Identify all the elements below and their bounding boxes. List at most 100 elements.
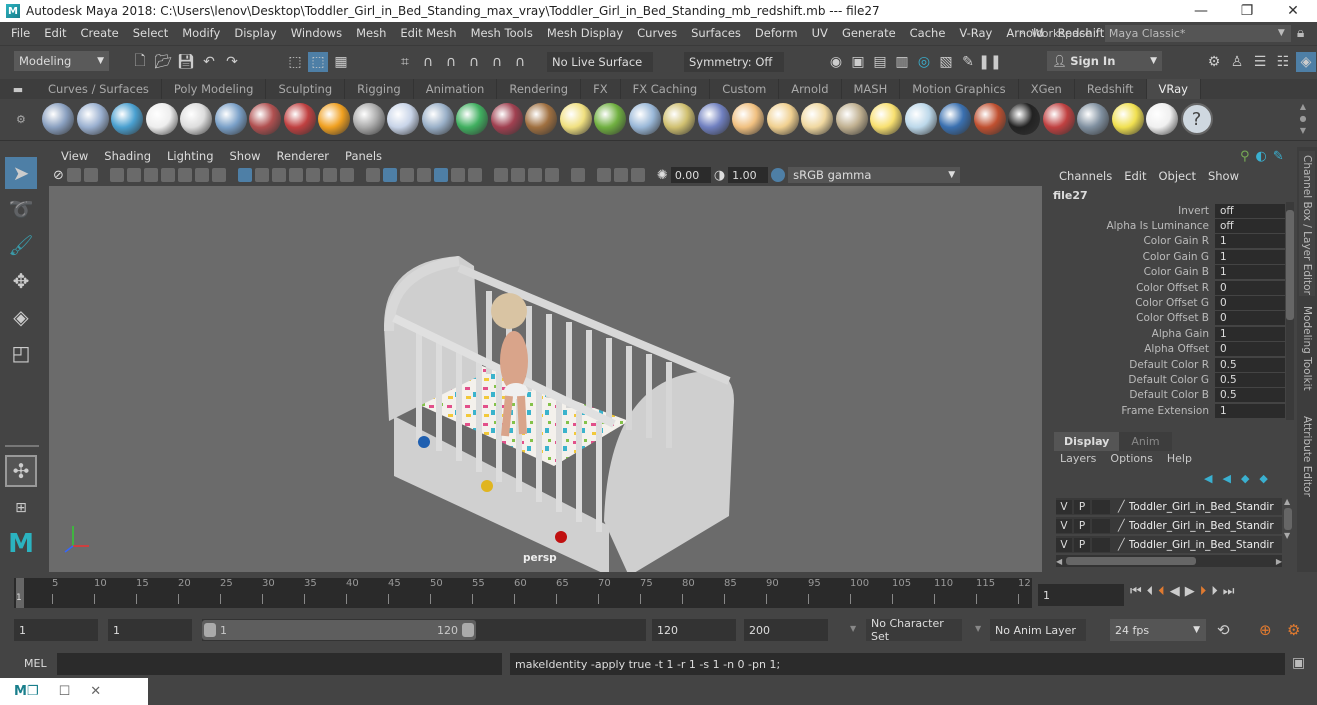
range-bar[interactable]: 1 120 — [202, 620, 476, 640]
menu-curves[interactable]: Curves — [630, 26, 684, 40]
layer-name[interactable]: Toddler_Girl_in_Bed_Standir — [1129, 520, 1274, 532]
maximize-icon[interactable]: ☐ — [59, 684, 71, 699]
render-view-icon[interactable]: ◉ — [826, 52, 846, 72]
layout-quad-icon[interactable]: ⊞ — [5, 492, 37, 524]
tab-animation[interactable]: Animation — [413, 79, 498, 99]
attribute-row[interactable]: Default Color R 0.5 — [1053, 357, 1288, 372]
expand-icon[interactable]: » — [1020, 28, 1026, 38]
menu-deform[interactable]: Deform — [748, 26, 805, 40]
menu-create[interactable]: Create — [74, 26, 126, 40]
redo-icon[interactable]: ↷ — [222, 52, 242, 72]
image-plane-icon[interactable] — [126, 168, 141, 182]
snap-view-plane-icon[interactable]: ∩ — [464, 52, 484, 72]
gate-mask-icon[interactable] — [288, 168, 303, 182]
camera-attributes-icon[interactable] — [83, 168, 98, 182]
go-to-end-icon[interactable]: ⏭ — [1223, 584, 1235, 599]
shelf-scroll[interactable]: ▲ ● ▼ — [1296, 101, 1310, 137]
color-space-dropdown[interactable]: sRGB gamma ▼ — [788, 167, 961, 183]
playback-end-field[interactable]: 120 — [652, 619, 736, 641]
fps-dropdown[interactable]: 24 fps ▼ — [1110, 619, 1206, 641]
attribute-row[interactable]: Alpha Offset 0 — [1053, 342, 1288, 357]
vray-ball-icon[interactable] — [939, 103, 971, 135]
resolution-gate-icon[interactable] — [271, 168, 286, 182]
vray-ies-icon[interactable] — [801, 103, 833, 135]
menu-select[interactable]: Select — [126, 26, 175, 40]
tab-redshift[interactable]: Redshift — [1074, 79, 1147, 99]
menu-channels[interactable]: Channels — [1053, 169, 1118, 183]
default-material-icon[interactable] — [399, 168, 414, 182]
maya-restore-icon[interactable]: M❐ — [14, 684, 39, 699]
loop-icon[interactable]: ⟲ — [1217, 621, 1230, 639]
lock-icon[interactable]: 🔒︎ — [1297, 25, 1304, 41]
attribute-value[interactable]: 1 — [1215, 234, 1285, 249]
current-frame-field[interactable]: 1 — [1038, 584, 1124, 606]
channel-box-dock-icon[interactable]: ⚲ — [1240, 149, 1250, 164]
workspace-dropdown[interactable]: Maya Classic* ▼ — [1104, 24, 1291, 42]
textured-icon[interactable] — [433, 168, 448, 182]
film-gate-icon[interactable] — [254, 168, 269, 182]
vray-logo-icon[interactable] — [145, 103, 178, 135]
channel-box-edit-icon[interactable]: ✎ — [1273, 149, 1284, 164]
menuset-dropdown[interactable]: Modeling ▼ — [14, 51, 109, 71]
vray-plane-icon[interactable] — [387, 103, 419, 135]
render-frame-icon[interactable]: ▣ — [848, 52, 868, 72]
tab-mash[interactable]: MASH — [841, 79, 901, 99]
go-to-start-icon[interactable]: ⏮ — [1130, 584, 1142, 599]
vray-blend-icon[interactable] — [283, 103, 316, 135]
vray-rect-light-icon[interactable] — [904, 103, 937, 135]
attribute-value[interactable]: off — [1215, 218, 1285, 233]
isolate-icon[interactable] — [211, 168, 226, 182]
snap-live-icon[interactable]: ∩ — [487, 52, 507, 72]
move-layer-up-icon[interactable]: ◀ — [1204, 472, 1212, 485]
restore-button[interactable]: ❐ — [1224, 0, 1270, 22]
select-object-icon[interactable]: ⬚ — [308, 52, 328, 72]
menu-generate[interactable]: Generate — [835, 26, 903, 40]
attribute-value[interactable]: 0.5 — [1215, 372, 1285, 387]
shelf-menu-icon[interactable]: ▬ — [0, 79, 36, 99]
layer-row[interactable]: V P ╱ Toddler_Girl_in_Bed_Standir — [1056, 498, 1282, 515]
menu-vray[interactable]: V-Ray — [952, 26, 999, 40]
isolate-select-icon[interactable] — [570, 168, 585, 182]
new-layer-selected-icon[interactable]: ◆ — [1259, 472, 1267, 485]
menu-panels[interactable]: Panels — [337, 149, 390, 163]
snapshot-icon[interactable]: ✎ — [958, 52, 978, 72]
snap-point-icon[interactable]: ∩ — [441, 52, 461, 72]
anim-layer-arrow-icon[interactable]: ▼ — [975, 624, 981, 633]
save-scene-icon[interactable]: 💾︎ — [176, 52, 196, 72]
help-icon[interactable]: ? — [1180, 103, 1213, 135]
vray-dome-icon[interactable] — [732, 103, 764, 135]
layer-playback-toggle[interactable]: P — [1074, 518, 1090, 533]
vray-material-icon[interactable] — [214, 103, 247, 135]
menu-layers[interactable]: Layers — [1060, 452, 1096, 465]
menu-lighting[interactable]: Lighting — [159, 149, 221, 163]
menu-uv[interactable]: UV — [805, 26, 835, 40]
vray-batch-icon[interactable] — [76, 103, 109, 135]
character-set-field[interactable]: No Character Set — [866, 617, 962, 643]
tab-sculpting[interactable]: Sculpting — [266, 79, 346, 99]
vray-vfb-icon[interactable] — [1042, 103, 1075, 135]
vray-grass-icon[interactable] — [594, 103, 626, 135]
attribute-row[interactable]: Color Gain R 1 — [1053, 234, 1288, 249]
vray-cone-icon[interactable] — [421, 103, 454, 135]
tab-attribute-editor[interactable]: Attribute Editor — [1299, 412, 1315, 502]
time-slider-bar[interactable]: 1 5 10 15 20 25 30 35 40 45 50 55 60 65 70 75 80 85 90 95 1… — [14, 578, 1032, 608]
vray-save-icon[interactable] — [42, 103, 74, 135]
tool-settings-icon[interactable]: ☷ — [1273, 52, 1293, 72]
wireframe-on-shaded-icon[interactable] — [416, 168, 431, 182]
xray-joints-icon[interactable] — [630, 168, 645, 182]
play-backwards-icon[interactable]: ◀ — [1170, 584, 1180, 599]
close-icon[interactable]: ✕ — [90, 684, 101, 699]
vray-fire-icon[interactable] — [318, 103, 350, 135]
shelf-settings-icon[interactable]: ⚙ — [16, 113, 26, 126]
attribute-row[interactable]: Frame Extension 1 — [1053, 403, 1288, 418]
rotate-tool-icon[interactable]: ◈ — [5, 301, 37, 333]
menu-object[interactable]: Object — [1153, 169, 1202, 183]
depth-of-field-icon[interactable] — [544, 168, 559, 182]
vray-particle-icon[interactable] — [628, 103, 661, 135]
sign-in-dropdown[interactable]: 👤︎ Sign In ▼ — [1047, 51, 1162, 71]
attribute-row[interactable]: Color Gain G 1 — [1053, 249, 1288, 264]
shadows-icon[interactable] — [467, 168, 482, 182]
modeling-toolkit-icon[interactable]: ⚙ — [1204, 52, 1224, 72]
vray-fur-icon[interactable] — [456, 103, 488, 135]
attribute-value[interactable]: 1 — [1215, 265, 1285, 280]
